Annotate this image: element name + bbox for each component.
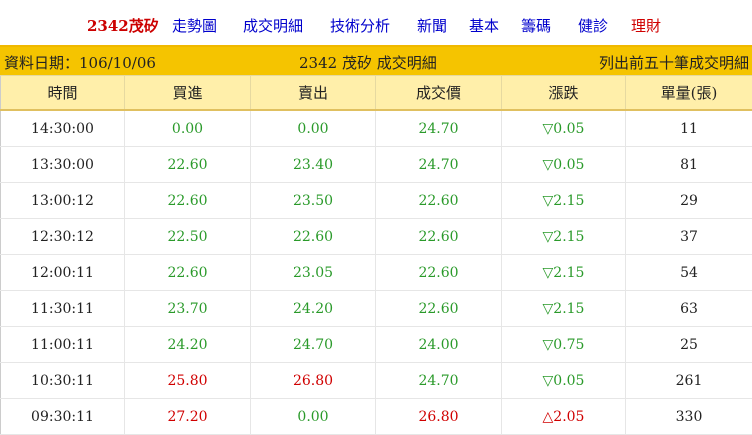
table-row: 12:00:1122.6023.0522.60▽2.1554 xyxy=(1,255,752,291)
cell-bid: 0.00 xyxy=(125,110,251,147)
table-row: 11:00:1124.2024.7024.00▽0.7525 xyxy=(1,327,752,363)
cell-bid: 22.60 xyxy=(125,255,251,291)
cell-change: △2.05 xyxy=(502,399,626,435)
cell-volume: 25 xyxy=(626,327,752,363)
cell-change: ▽0.05 xyxy=(502,110,626,147)
cell-ask: 24.20 xyxy=(251,291,376,327)
cell-time: 13:00:12 xyxy=(1,183,125,219)
cell-ask: 0.00 xyxy=(251,399,376,435)
table-row: 13:00:1222.6023.5022.60▽2.1529 xyxy=(1,183,752,219)
nav-checkup[interactable]: 健診 xyxy=(578,15,608,36)
table-row: 12:30:1222.5022.6022.60▽2.1537 xyxy=(1,219,752,255)
cell-time: 14:30:00 xyxy=(1,110,125,147)
nav-news[interactable]: 新聞 xyxy=(417,15,447,36)
cell-change: ▽2.15 xyxy=(502,183,626,219)
cell-volume: 54 xyxy=(626,255,752,291)
cell-price: 22.60 xyxy=(376,183,502,219)
table-row: 09:30:1127.200.0026.80△2.05330 xyxy=(1,399,752,435)
table-header-row: 時間 買進 賣出 成交價 漲跌 單量(張) xyxy=(1,76,752,111)
table-row: 10:30:1125.8026.8024.70▽0.05261 xyxy=(1,363,752,399)
nav-finance[interactable]: 理財 xyxy=(631,15,661,36)
stock-nav: 2342茂矽 走勢圖 成交明細 技術分析 新聞 基本 籌碼 健診 理財 xyxy=(0,0,752,48)
cell-price: 24.70 xyxy=(376,110,502,147)
cell-price: 22.60 xyxy=(376,219,502,255)
cell-change: ▽0.75 xyxy=(502,327,626,363)
cell-ask: 26.80 xyxy=(251,363,376,399)
cell-volume: 261 xyxy=(626,363,752,399)
cell-volume: 37 xyxy=(626,219,752,255)
cell-time: 11:30:11 xyxy=(1,291,125,327)
cell-bid: 25.80 xyxy=(125,363,251,399)
cell-bid: 27.20 xyxy=(125,399,251,435)
cell-price: 22.60 xyxy=(376,255,502,291)
cell-price: 24.00 xyxy=(376,327,502,363)
nav-fundamentals[interactable]: 基本 xyxy=(469,15,499,36)
header-price: 成交價 xyxy=(376,76,502,111)
cell-price: 22.60 xyxy=(376,291,502,327)
cell-volume: 63 xyxy=(626,291,752,327)
list-note: 列出前五十筆成交明細 xyxy=(599,52,749,73)
cell-time: 12:30:12 xyxy=(1,219,125,255)
nav-trade-details[interactable]: 成交明細 xyxy=(243,15,303,36)
cell-time: 11:00:11 xyxy=(1,327,125,363)
cell-change: ▽2.15 xyxy=(502,219,626,255)
cell-time: 12:00:11 xyxy=(1,255,125,291)
cell-bid: 22.60 xyxy=(125,183,251,219)
cell-time: 09:30:11 xyxy=(1,399,125,435)
trade-details-table: 時間 買進 賣出 成交價 漲跌 單量(張) 14:30:000.000.0024… xyxy=(0,75,752,435)
cell-ask: 24.70 xyxy=(251,327,376,363)
cell-ask: 22.60 xyxy=(251,219,376,255)
info-bar: 資料日期：106/10/06 2342 茂矽 成交明細 列出前五十筆成交明細 xyxy=(0,45,752,75)
nav-chips[interactable]: 籌碼 xyxy=(521,15,551,36)
nav-technical-analysis[interactable]: 技術分析 xyxy=(330,15,390,36)
cell-change: ▽2.15 xyxy=(502,255,626,291)
cell-change: ▽2.15 xyxy=(502,291,626,327)
cell-bid: 23.70 xyxy=(125,291,251,327)
cell-volume: 29 xyxy=(626,183,752,219)
cell-volume: 81 xyxy=(626,147,752,183)
table-row: 14:30:000.000.0024.70▽0.0511 xyxy=(1,110,752,147)
cell-price: 24.70 xyxy=(376,147,502,183)
cell-time: 10:30:11 xyxy=(1,363,125,399)
nav-trend-chart[interactable]: 走勢圖 xyxy=(172,15,217,36)
cell-change: ▽0.05 xyxy=(502,363,626,399)
table-row: 11:30:1123.7024.2022.60▽2.1563 xyxy=(1,291,752,327)
cell-ask: 23.05 xyxy=(251,255,376,291)
cell-price: 26.80 xyxy=(376,399,502,435)
header-time: 時間 xyxy=(1,76,125,111)
cell-volume: 11 xyxy=(626,110,752,147)
table-row: 13:30:0022.6023.4024.70▽0.0581 xyxy=(1,147,752,183)
cell-time: 13:30:00 xyxy=(1,147,125,183)
stock-link[interactable]: 2342茂矽 xyxy=(87,15,159,36)
cell-ask: 0.00 xyxy=(251,110,376,147)
header-change: 漲跌 xyxy=(502,76,626,111)
header-ask: 賣出 xyxy=(251,76,376,111)
header-bid: 買進 xyxy=(125,76,251,111)
cell-volume: 330 xyxy=(626,399,752,435)
cell-bid: 22.50 xyxy=(125,219,251,255)
cell-price: 24.70 xyxy=(376,363,502,399)
cell-change: ▽0.05 xyxy=(502,147,626,183)
cell-ask: 23.50 xyxy=(251,183,376,219)
header-volume: 單量(張) xyxy=(626,76,752,111)
cell-bid: 24.20 xyxy=(125,327,251,363)
cell-ask: 23.40 xyxy=(251,147,376,183)
table-title: 2342 茂矽 成交明細 xyxy=(299,52,437,73)
data-date: 資料日期：106/10/06 xyxy=(4,52,156,73)
cell-bid: 22.60 xyxy=(125,147,251,183)
